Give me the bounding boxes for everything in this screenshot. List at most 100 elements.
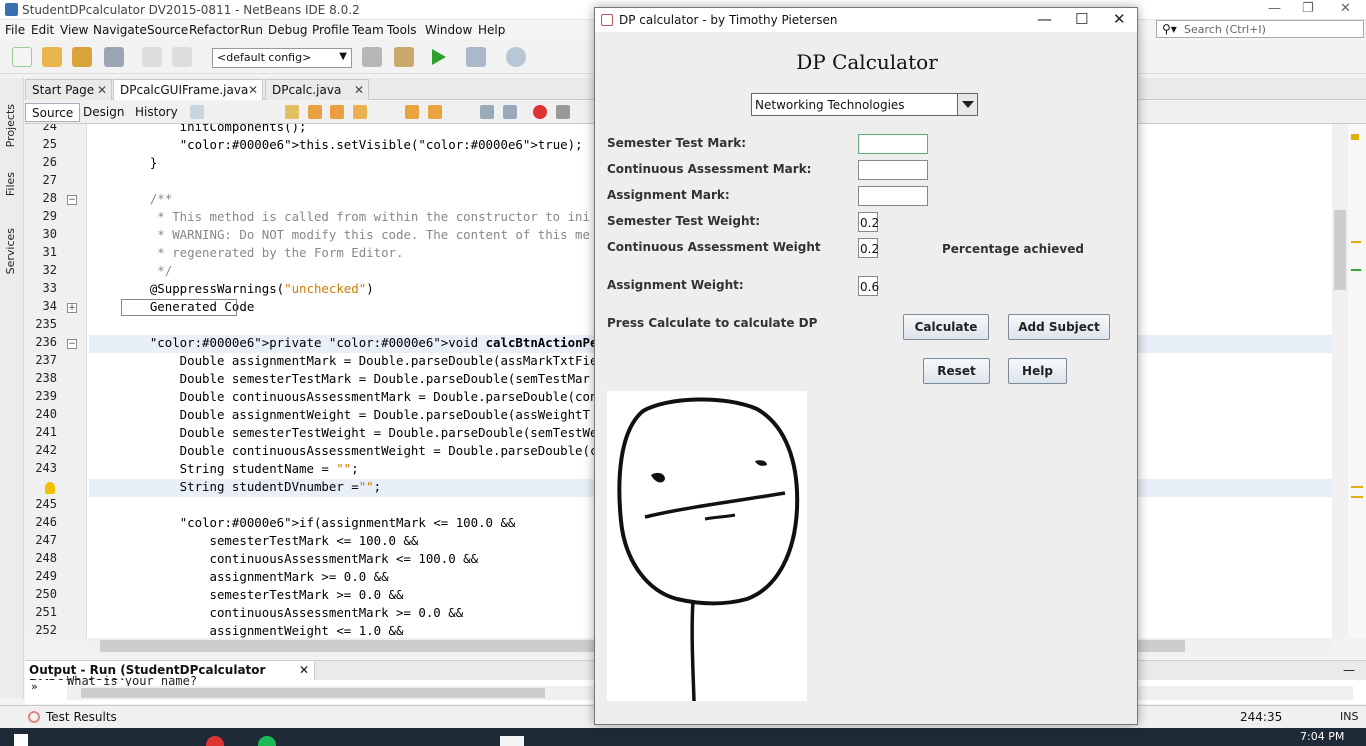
code-line: continuousAssessmentMark <= 100.0 &&	[120, 551, 479, 566]
continuous-assessment-mark-input[interactable]	[858, 160, 928, 180]
clean-build-icon[interactable]	[394, 47, 414, 67]
rerun-icon[interactable]: »	[31, 680, 38, 693]
test-results-tab[interactable]: Test Results	[46, 710, 117, 724]
tab-projects[interactable]: Projects	[4, 104, 17, 147]
reset-button[interactable]: Reset	[923, 358, 990, 384]
code-line: "color:#0000e6">if(assignmentMark <= 100…	[179, 515, 516, 530]
chevron-down-icon[interactable]	[957, 94, 977, 115]
menu-refactor[interactable]: Refactor	[189, 23, 239, 37]
config-select[interactable]: <default config> ▼	[212, 48, 352, 68]
fold-toggle-icon[interactable]: +	[67, 303, 77, 313]
ide-maximize-icon[interactable]: ❐	[1302, 1, 1314, 16]
tab-source[interactable]: Source	[25, 103, 81, 122]
menu-profile[interactable]: Profile	[312, 23, 349, 37]
close-icon[interactable]: ✕	[97, 83, 107, 97]
close-icon[interactable]: ✕	[248, 83, 258, 97]
shift-left-icon[interactable]	[480, 105, 494, 119]
assignment-mark-input[interactable]	[858, 186, 928, 206]
profile-icon[interactable]	[506, 47, 526, 67]
tab-dpcalc[interactable]: DPcalc.java ✕	[265, 79, 369, 100]
tab-services[interactable]: Services	[4, 228, 17, 274]
line-number: 247	[35, 533, 57, 547]
new-file-icon[interactable]	[12, 47, 32, 67]
close-icon[interactable]: ✕	[299, 663, 309, 677]
line-number: 243	[35, 461, 57, 475]
menu-window[interactable]: Window	[425, 23, 472, 37]
menu-source[interactable]: Source	[147, 23, 188, 37]
toggle-highlight-icon[interactable]	[353, 105, 367, 119]
tab-dpcalc-gui-frame[interactable]: DPcalcGUIFrame.java ✕	[113, 79, 263, 100]
calculate-button[interactable]: Calculate	[903, 314, 989, 340]
subject-select[interactable]: Networking Technologies	[751, 93, 978, 116]
dialog-maximize-icon[interactable]: ☐	[1075, 10, 1088, 28]
tab-design[interactable]: Design	[77, 103, 130, 122]
code-line: "color:#0000e6">this.setVisible("color:#…	[179, 137, 583, 152]
tab-start-page[interactable]: Start Page ✕	[25, 79, 112, 100]
line-number: 26	[42, 155, 57, 169]
tab-history[interactable]: History	[129, 103, 184, 122]
bookmark-prev-icon[interactable]	[405, 105, 419, 119]
chrome-icon[interactable]	[206, 736, 224, 746]
generated-code-fold[interactable]	[121, 299, 237, 316]
undo-icon[interactable]	[142, 47, 162, 67]
help-button[interactable]: Help	[1008, 358, 1067, 384]
code-line: * This method is called from within the …	[120, 209, 590, 224]
dialog-minimize-icon[interactable]: —	[1037, 10, 1052, 28]
line-number: 245	[35, 497, 57, 511]
menu-team[interactable]: Team	[352, 23, 384, 37]
menu-file[interactable]: File	[5, 23, 25, 37]
ide-search-input[interactable]: ⚲▾ Search (Ctrl+I)	[1156, 20, 1364, 38]
menu-navigate[interactable]: Navigate	[93, 23, 147, 37]
line-number: 34	[42, 299, 57, 313]
editor-vertical-scrollbar[interactable]	[1332, 124, 1348, 638]
ide-minimize-icon[interactable]: —	[1268, 1, 1281, 16]
assignment-weight-input[interactable]: 0.6	[858, 276, 879, 296]
clock: 7:04 PM	[1300, 730, 1345, 743]
record-macro-icon[interactable]	[533, 105, 547, 119]
hint-bulb-icon[interactable]	[45, 482, 55, 494]
build-icon[interactable]	[362, 47, 382, 67]
minimize-panel-icon[interactable]: —	[1343, 663, 1355, 677]
shift-right-icon[interactable]	[503, 105, 517, 119]
find-prev-icon[interactable]	[308, 105, 322, 119]
start-icon[interactable]	[14, 734, 28, 746]
code-line: String studentDVnumber ="";	[120, 479, 382, 494]
bookmark-next-icon[interactable]	[428, 105, 442, 119]
fold-toggle-icon[interactable]: −	[67, 339, 77, 349]
tab-files[interactable]: Files	[4, 172, 17, 196]
menu-help[interactable]: Help	[478, 23, 505, 37]
ide-close-icon[interactable]: ✕	[1340, 1, 1351, 16]
code-line: /**	[120, 191, 173, 206]
stop-macro-icon[interactable]	[556, 105, 570, 119]
add-subject-button[interactable]: Add Subject	[1008, 314, 1110, 340]
netbeans-logo-icon	[5, 3, 18, 16]
assignment-weight-label: Assignment Weight:	[607, 278, 744, 292]
open-project-icon[interactable]	[72, 47, 92, 67]
menu-view[interactable]: View	[60, 23, 88, 37]
menu-run[interactable]: Run	[240, 23, 263, 37]
scroll-thumb[interactable]	[1334, 210, 1346, 290]
search-icon: ⚲▾	[1162, 22, 1177, 36]
find-next-icon[interactable]	[330, 105, 344, 119]
new-project-icon[interactable]	[42, 47, 62, 67]
debug-icon[interactable]	[466, 47, 486, 67]
close-icon[interactable]: ✕	[354, 83, 364, 97]
back-icon[interactable]	[190, 105, 204, 119]
redo-icon[interactable]	[172, 47, 192, 67]
find-icon[interactable]	[285, 105, 299, 119]
continuous-assessment-weight-input[interactable]: 0.2	[858, 238, 879, 258]
semester-test-weight-input[interactable]: 0.2	[858, 212, 879, 232]
semester-test-mark-input[interactable]	[858, 134, 928, 154]
java-app-icon[interactable]	[500, 736, 524, 746]
line-number: 31	[42, 245, 57, 259]
fold-toggle-icon[interactable]: −	[67, 195, 77, 205]
tab-label: Start Page	[32, 83, 95, 97]
spotify-icon[interactable]	[258, 736, 276, 746]
menu-debug[interactable]: Debug	[268, 23, 307, 37]
run-icon[interactable]	[428, 47, 448, 67]
menu-tools[interactable]: Tools	[387, 23, 417, 37]
save-all-icon[interactable]	[104, 47, 124, 67]
menu-edit[interactable]: Edit	[31, 23, 54, 37]
dialog-close-icon[interactable]: ✕	[1113, 10, 1126, 28]
search-placeholder: Search (Ctrl+I)	[1184, 23, 1266, 36]
